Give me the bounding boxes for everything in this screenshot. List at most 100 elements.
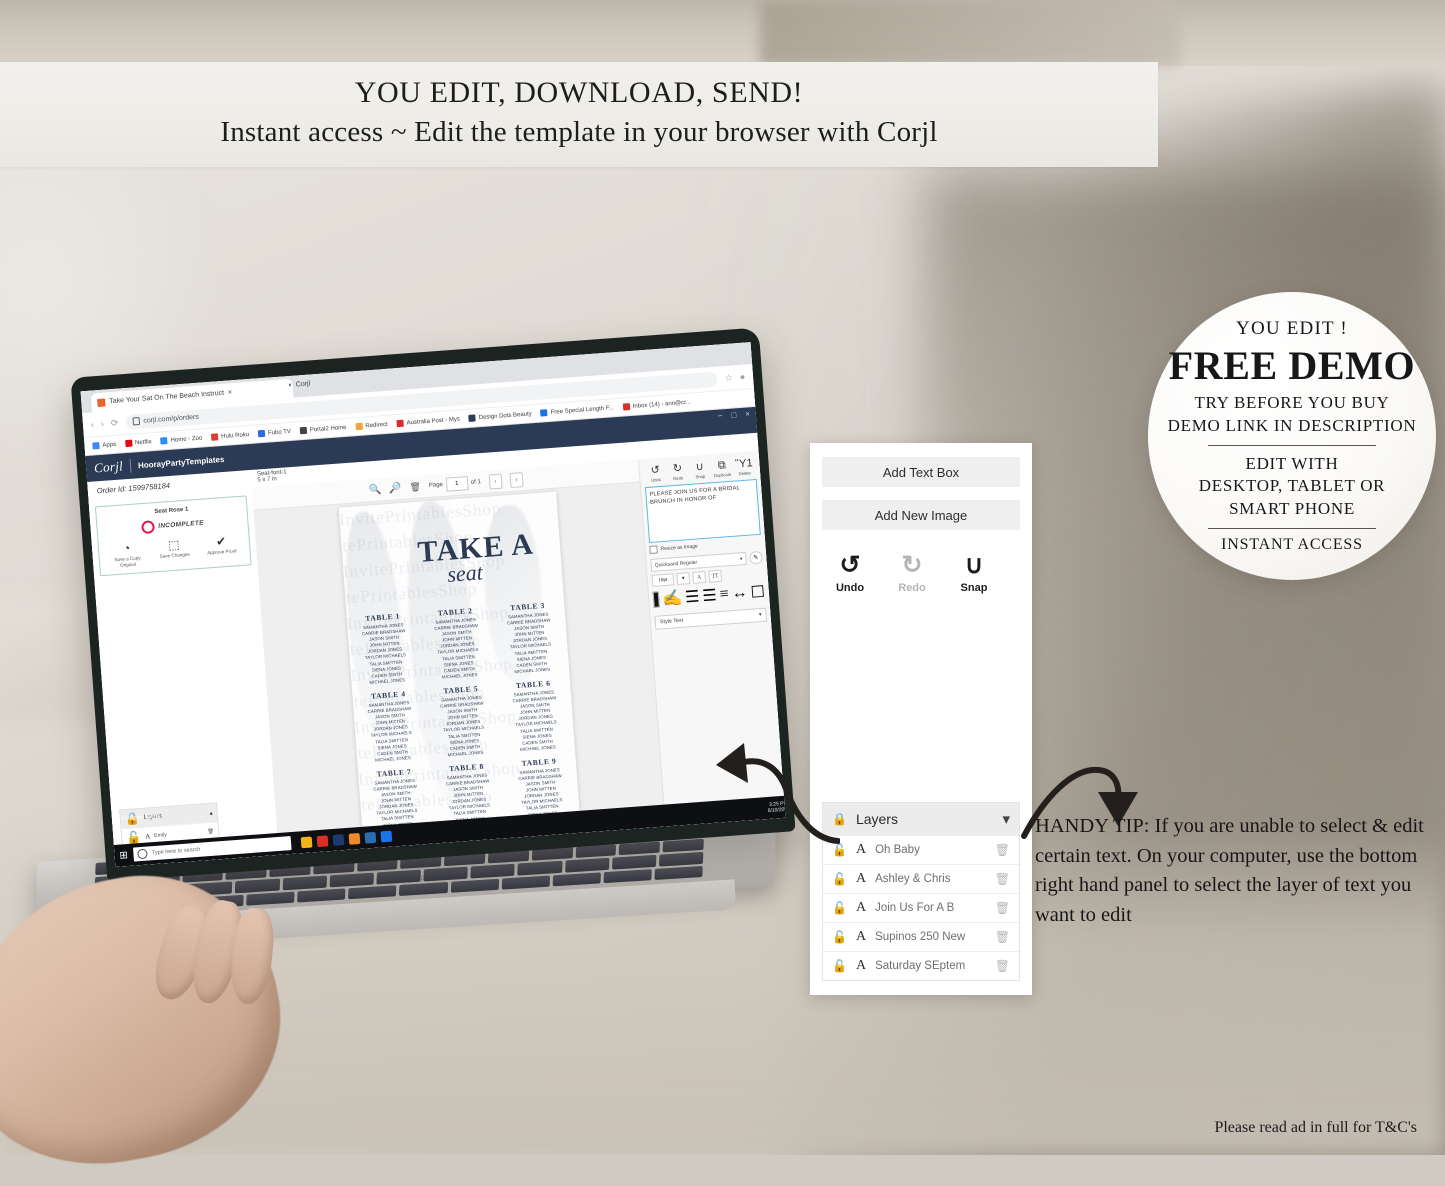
- badge-devices-1: DESKTOP, TABLET OR: [1199, 475, 1385, 498]
- forward-icon[interactable]: ›: [101, 419, 105, 429]
- page-input[interactable]: [445, 476, 468, 492]
- line-height-icon[interactable]: ≡: [719, 585, 729, 604]
- proof-action[interactable]: ⬚Save Changes: [154, 537, 196, 565]
- inspector-tool-redo[interactable]: ↻Redo: [668, 463, 688, 481]
- bookmark-item[interactable]: Hulu Roku: [211, 431, 249, 441]
- key[interactable]: [659, 852, 704, 866]
- chevron-up-icon[interactable]: ▴: [209, 809, 213, 816]
- browser-tab-secondary[interactable]: ◐ Corjl: [288, 380, 310, 389]
- bookmark-item[interactable]: Redirect: [355, 421, 388, 430]
- trash-icon[interactable]: 🗑: [207, 829, 214, 835]
- text-editor-field[interactable]: PLEASE JOIN US FOR A BRIDAL BRUNCH IN HO…: [645, 479, 761, 543]
- undo-button[interactable]: ↺Undo: [828, 553, 872, 594]
- inspector-tool-delete[interactable]: Ὕ1Delete: [734, 458, 754, 476]
- key[interactable]: [329, 873, 374, 887]
- trash-icon[interactable]: 🗑: [995, 843, 1010, 857]
- trash-icon[interactable]: 🗑: [995, 959, 1010, 973]
- key[interactable]: [282, 876, 327, 890]
- inspector-tool-snap[interactable]: ∪Snap: [690, 461, 710, 479]
- star-icon[interactable]: ☆: [724, 372, 733, 384]
- font-size-select[interactable]: 10pt: [651, 573, 674, 587]
- taskbar-icon-mail[interactable]: [381, 830, 393, 842]
- taskbar-icon-illustrator[interactable]: [349, 832, 361, 844]
- next-page-button[interactable]: ›: [509, 472, 523, 488]
- browser-tab-title: Take Your Sat On The Beach Instruct: [109, 390, 224, 405]
- resize-label: Resize as Image: [660, 543, 698, 552]
- lock-open-icon[interactable]: 🔓: [832, 843, 847, 857]
- page-total: of 1: [471, 479, 481, 486]
- bookmark-item[interactable]: Australia Post - Mys: [396, 416, 460, 428]
- add-new-image-button[interactable]: Add New Image: [822, 500, 1020, 530]
- reload-icon[interactable]: ⟳: [110, 417, 118, 429]
- layer-label: Oh Baby: [875, 844, 920, 856]
- bookmark-item[interactable]: Free Special Length F...: [540, 404, 614, 416]
- badge-eyebrow: YOU EDIT !: [1236, 318, 1348, 340]
- taskbar-icon-photoshop[interactable]: [333, 834, 345, 846]
- chevron-down-icon[interactable]: ▾: [676, 572, 690, 585]
- text-box-icon[interactable]: ☐: [750, 582, 766, 603]
- layers-panel-header[interactable]: 🔒 Layers ▾: [823, 803, 1019, 835]
- header-divider: [129, 459, 131, 473]
- taskbar-icon-store[interactable]: [365, 831, 377, 843]
- bookmark-label: Apps: [102, 441, 116, 448]
- design-artboard[interactable]: InvitePrintablesShopInvitePrintablesShop…: [338, 492, 580, 845]
- letter-spacing-icon[interactable]: ↔: [731, 584, 748, 603]
- key[interactable]: [565, 858, 610, 872]
- layer-row[interactable]: 🔓ASaturday SEptem🗑: [823, 951, 1019, 980]
- proof-action[interactable]: ◔Save a Copy Original: [106, 541, 148, 569]
- bookmark-item[interactable]: Home - Zoo: [160, 434, 202, 444]
- inspector-tool-undo[interactable]: ↺Undo: [645, 465, 665, 483]
- close-icon[interactable]: ×: [228, 389, 233, 396]
- layer-row[interactable]: 🔓AOh Baby🗑: [823, 835, 1019, 864]
- key[interactable]: [423, 867, 468, 881]
- key[interactable]: [376, 870, 421, 884]
- lock-open-icon[interactable]: 🔓: [832, 901, 847, 915]
- lock-open-icon[interactable]: 🔓: [832, 959, 847, 973]
- window-close-icon[interactable]: ×: [745, 409, 750, 418]
- bookmark-item[interactable]: Netflix: [125, 438, 152, 447]
- proof-action[interactable]: ✔Approve Proof: [201, 534, 243, 562]
- lock-open-icon[interactable]: 🔓: [832, 872, 847, 886]
- bold-icon[interactable]: A: [692, 571, 706, 584]
- key[interactable]: [235, 879, 280, 893]
- align-center-icon[interactable]: ☰: [702, 585, 718, 606]
- minimize-icon[interactable]: −: [717, 411, 722, 420]
- layer-row[interactable]: 🔓AJoin Us For A B🗑: [823, 893, 1019, 922]
- bookmark-item[interactable]: Portal2 Home: [300, 424, 347, 434]
- eyedropper-icon[interactable]: ✍: [662, 588, 683, 609]
- trash-icon[interactable]: 🗑: [995, 872, 1010, 886]
- zoom-out-icon[interactable]: 🔎: [389, 483, 402, 495]
- inspector-tool-duplicate[interactable]: ⧉Duplicate: [712, 460, 732, 478]
- key[interactable]: [518, 861, 563, 875]
- taskbar-icon-chrome[interactable]: [317, 835, 329, 847]
- zoom-in-icon[interactable]: 🔍: [368, 484, 381, 496]
- snap-button[interactable]: ∪Snap: [952, 553, 996, 594]
- trash-icon[interactable]: 🗑: [995, 901, 1010, 915]
- trash-icon[interactable]: 🗑: [995, 930, 1010, 944]
- align-left-icon[interactable]: ☰: [684, 586, 700, 607]
- italic-icon[interactable]: TT: [708, 570, 722, 583]
- add-text-box-button[interactable]: Add Text Box: [822, 457, 1020, 487]
- table-block: TABLE 3SAMANTHA JONESCARRIE BRADSHAWJASO…: [491, 595, 569, 676]
- chevron-down-icon[interactable]: ▾: [1002, 810, 1010, 828]
- windows-start-icon[interactable]: ⊞: [119, 850, 128, 862]
- profile-icon[interactable]: ●: [739, 372, 745, 382]
- table-block: TABLE 5SAMANTHA JONESCARRIE BRADSHAWJASO…: [424, 678, 502, 759]
- font-search-icon[interactable]: ✎: [749, 551, 763, 565]
- prev-page-button[interactable]: ‹: [488, 473, 502, 489]
- maximize-icon[interactable]: □: [731, 410, 736, 419]
- layer-row[interactable]: 🔓AAshley & Chris🗑: [823, 864, 1019, 893]
- lock-open-icon[interactable]: 🔓: [832, 930, 847, 944]
- color-swatch[interactable]: [653, 591, 660, 607]
- delete-icon[interactable]: 🗑: [409, 481, 421, 493]
- back-icon[interactable]: ‹: [91, 419, 95, 429]
- taskbar-icon-explorer[interactable]: [301, 836, 313, 848]
- bookmark-item[interactable]: Design Dots Beauty: [469, 410, 532, 422]
- key[interactable]: [612, 855, 657, 869]
- bookmark-item[interactable]: Apps: [92, 441, 116, 450]
- bookmark-item[interactable]: Inbox (14) - ann@cr...: [623, 399, 691, 411]
- style-text-select[interactable]: Style Text ▾: [654, 608, 767, 630]
- bookmark-item[interactable]: Fubo TV: [258, 428, 291, 437]
- layer-row[interactable]: 🔓ASupinos 250 New🗑: [823, 922, 1019, 951]
- key[interactable]: [471, 864, 516, 878]
